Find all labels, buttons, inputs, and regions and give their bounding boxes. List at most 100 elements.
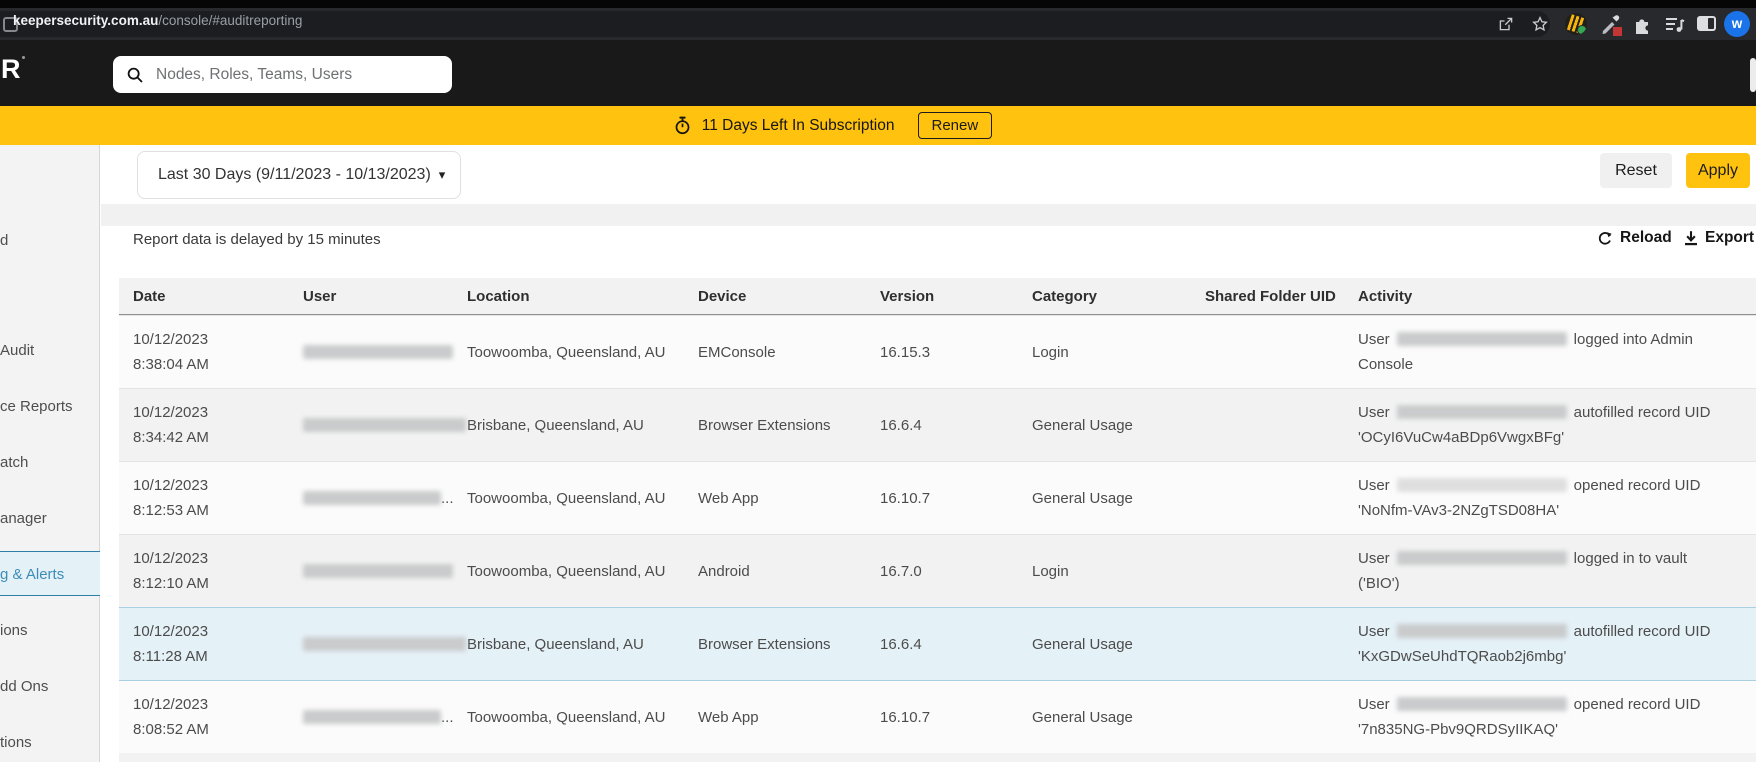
url-text[interactable]: keepersecurity.com.au/console/#auditrepo…	[13, 8, 302, 34]
cell-date: 10/12/20238:34:42 AM	[133, 400, 303, 450]
keeper-extension-icon[interactable]	[1565, 13, 1587, 35]
reading-list-icon[interactable]	[1663, 13, 1685, 35]
cell-device: Browser Extensions	[698, 636, 880, 653]
cell-location: Brisbane, Queensland, AU	[467, 636, 698, 653]
timer-icon	[674, 116, 691, 135]
col-header-shared-folder-uid[interactable]: Shared Folder UID	[1205, 288, 1358, 305]
chevron-down-icon: ▾	[439, 167, 446, 183]
reload-label: Reload	[1620, 229, 1672, 247]
cell-category: Login	[1032, 344, 1205, 361]
sidebar-item-6[interactable]: ions	[0, 609, 100, 653]
cell-date: 10/12/20238:12:53 AM	[133, 473, 303, 523]
reload-icon	[1597, 230, 1614, 247]
color-picker-extension-icon[interactable]	[1599, 13, 1621, 35]
keeper-extension-status-dot	[1577, 25, 1587, 35]
cell-location: Toowoomba, Queensland, AU	[467, 563, 698, 580]
sidebar-nav: d Audit ce Reports atch anager g & Alert…	[0, 145, 100, 762]
cell-version: 16.6.4	[880, 417, 1032, 434]
cell-date: 10/12/20238:38:04 AM	[133, 327, 303, 377]
cell-device: Web App	[698, 490, 880, 507]
col-header-activity[interactable]: Activity	[1358, 288, 1756, 305]
reload-button[interactable]: Reload	[1597, 229, 1672, 247]
url-path: /console/#auditreporting	[158, 13, 302, 28]
cell-category: General Usage	[1032, 490, 1205, 507]
redacted-user-email	[303, 418, 466, 432]
sidebar-item-breachwatch[interactable]: atch	[0, 441, 100, 485]
url-host: keepersecurity.com.au	[13, 13, 158, 28]
next-row-sliver	[119, 753, 1756, 762]
col-header-version[interactable]: Version	[880, 288, 1032, 305]
side-panel-icon[interactable]	[1697, 13, 1719, 35]
cell-category: General Usage	[1032, 709, 1205, 726]
extensions-puzzle-icon[interactable]	[1631, 13, 1653, 35]
cell-date: 10/12/20238:08:52 AM	[133, 692, 303, 742]
cell-category: General Usage	[1032, 417, 1205, 434]
table-row[interactable]: 10/12/20238:12:53 AM ... Toowoomba, Quee…	[119, 461, 1756, 534]
col-header-device[interactable]: Device	[698, 288, 880, 305]
cell-device: Web App	[698, 709, 880, 726]
redacted-user-email	[303, 710, 441, 724]
date-range-dropdown[interactable]: Last 30 Days (9/11/2023 - 10/13/2023) ▾	[137, 151, 461, 199]
subscription-banner: 11 Days Left In Subscription Renew	[0, 106, 1756, 145]
cell-location: Brisbane, Queensland, AU	[467, 417, 698, 434]
table-row[interactable]: 10/12/20238:12:10 AM Toowoomba, Queensla…	[119, 534, 1756, 607]
cell-version: 16.10.7	[880, 490, 1032, 507]
section-divider	[101, 204, 1756, 226]
renew-button[interactable]: Renew	[918, 112, 993, 139]
color-picker-swatch	[1613, 27, 1622, 36]
redacted-user-email	[303, 345, 453, 359]
redacted-user-email	[303, 491, 441, 505]
sidebar-item-0[interactable]: d	[0, 219, 100, 263]
sidebar-item-audit[interactable]: Audit	[0, 329, 100, 373]
app-header: R	[0, 40, 1756, 106]
redacted-user-email	[1397, 405, 1567, 419]
profile-avatar[interactable]: w	[1724, 11, 1750, 37]
redacted-user-email	[1397, 697, 1567, 711]
sidebar-item-compliance-reports[interactable]: ce Reports	[0, 385, 100, 429]
col-header-category[interactable]: Category	[1032, 288, 1205, 305]
table-row[interactable]: 10/12/20238:38:04 AM Toowoomba, Queensla…	[119, 315, 1756, 388]
cell-user: ...	[303, 490, 467, 507]
cell-category: Login	[1032, 563, 1205, 580]
redacted-user-email	[303, 564, 453, 578]
screen: keepersecurity.com.au/console/#auditrepo…	[0, 0, 1756, 762]
table-row[interactable]: 10/12/20238:34:42 AM Brisbane, Queenslan…	[119, 388, 1756, 461]
table-row[interactable]: 10/12/20238:08:52 AM ... Toowoomba, Quee…	[119, 680, 1756, 753]
search-input[interactable]	[154, 65, 438, 85]
cell-user	[303, 563, 467, 580]
cell-activity: Userlogged in to vault ('BIO')	[1358, 546, 1714, 596]
redacted-user-email	[1397, 478, 1567, 492]
col-header-user[interactable]: User	[303, 288, 467, 305]
scrollbar-thumb[interactable]	[1750, 58, 1756, 92]
cell-activity: Useropened record UID 'NoNfm-VAv3-2NZgTS…	[1358, 473, 1714, 523]
sidebar-item-reporting-alerts-selected[interactable]: g & Alerts	[0, 551, 100, 596]
sidebar-item-add-ons[interactable]: dd Ons	[0, 665, 100, 709]
cell-activity: Userlogged into Admin Console	[1358, 327, 1714, 377]
share-icon[interactable]	[1497, 15, 1515, 33]
search-icon	[126, 66, 144, 84]
console-search-box[interactable]	[113, 56, 452, 93]
logo-trademark-dot	[22, 56, 25, 59]
export-button[interactable]: Export	[1683, 229, 1754, 247]
redacted-user-email	[1397, 551, 1567, 565]
sidebar-item-manager[interactable]: anager	[0, 497, 100, 541]
cell-location: Toowoomba, Queensland, AU	[467, 490, 698, 507]
browser-toolbar: keepersecurity.com.au/console/#auditrepo…	[0, 8, 1756, 40]
cell-version: 16.7.0	[880, 563, 1032, 580]
col-header-date[interactable]: Date	[133, 288, 303, 305]
export-download-icon	[1683, 230, 1699, 246]
table-row-highlighted[interactable]: 10/12/20238:11:28 AM Brisbane, Queenslan…	[119, 607, 1756, 680]
cell-date: 10/12/20238:11:28 AM	[133, 619, 303, 669]
sidebar-item-8[interactable]: tions	[0, 721, 100, 762]
redacted-user-email	[303, 637, 466, 651]
cell-user	[303, 636, 467, 653]
cell-user: ...	[303, 709, 467, 726]
bookmark-star-icon[interactable]	[1531, 15, 1549, 33]
cell-device: EMConsole	[698, 344, 880, 361]
report-delay-note: Report data is delayed by 15 minutes	[133, 231, 381, 248]
cell-version: 16.10.7	[880, 709, 1032, 726]
reset-button[interactable]: Reset	[1600, 153, 1672, 188]
browser-tab-strip	[0, 0, 1756, 8]
col-header-location[interactable]: Location	[467, 288, 698, 305]
apply-button[interactable]: Apply	[1686, 153, 1750, 188]
